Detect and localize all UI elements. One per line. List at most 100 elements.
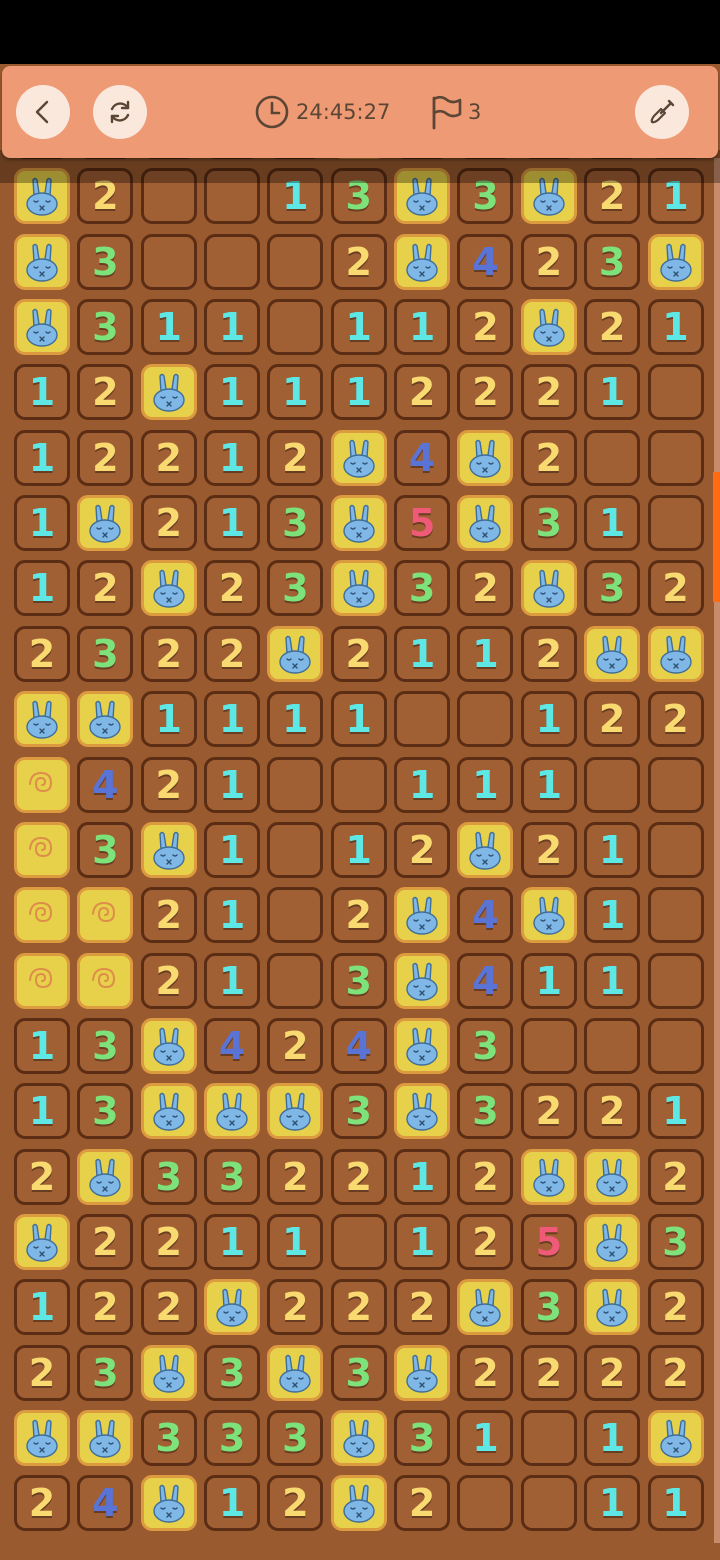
number-cell[interactable]: 1 — [14, 429, 70, 486]
number-cell[interactable]: 2 — [647, 691, 704, 748]
number-cell[interactable]: 2 — [457, 1344, 514, 1401]
number-cell[interactable]: 2 — [267, 1279, 324, 1336]
number-cell[interactable]: 1 — [14, 1017, 70, 1074]
bunny-mine-tile[interactable] — [140, 560, 197, 617]
number-cell[interactable]: 2 — [457, 299, 514, 356]
number-cell[interactable]: 3 — [330, 952, 387, 1009]
number-cell[interactable]: 2 — [330, 233, 387, 290]
number-cell[interactable]: 2 — [140, 887, 197, 944]
bunny-mine-tile[interactable] — [647, 625, 704, 682]
empty-cell[interactable] — [267, 756, 324, 813]
bunny-mine-tile[interactable] — [14, 1410, 70, 1466]
swirl-tile[interactable] — [14, 887, 70, 944]
number-cell[interactable]: 2 — [77, 1279, 134, 1336]
number-cell[interactable]: 1 — [520, 756, 577, 813]
bunny-mine-tile[interactable] — [330, 1410, 387, 1466]
number-cell[interactable]: 1 — [584, 495, 641, 552]
number-cell[interactable]: 3 — [457, 1083, 514, 1140]
number-cell[interactable]: 1 — [267, 691, 324, 748]
number-cell[interactable]: 2 — [647, 1344, 704, 1401]
number-cell[interactable]: 3 — [267, 560, 324, 617]
bunny-mine-tile[interactable] — [140, 364, 197, 421]
restart-button[interactable] — [93, 85, 147, 139]
empty-cell[interactable] — [647, 1017, 704, 1074]
number-cell[interactable]: 1 — [14, 1083, 70, 1140]
bunny-mine-tile[interactable] — [267, 1083, 324, 1140]
bunny-mine-tile[interactable] — [520, 887, 577, 944]
number-cell[interactable]: 1 — [647, 299, 704, 356]
number-cell[interactable]: 3 — [394, 1410, 451, 1466]
number-cell[interactable]: 1 — [330, 299, 387, 356]
number-cell[interactable]: 5 — [520, 1213, 577, 1270]
swirl-tile[interactable] — [77, 887, 134, 944]
number-cell[interactable]: 2 — [140, 429, 197, 486]
bunny-mine-tile[interactable] — [77, 1410, 134, 1466]
number-cell[interactable]: 2 — [140, 1213, 197, 1270]
number-cell[interactable]: 1 — [267, 364, 324, 421]
number-cell[interactable]: 2 — [140, 1279, 197, 1336]
empty-cell[interactable] — [330, 1213, 387, 1270]
number-cell[interactable]: 2 — [140, 495, 197, 552]
bunny-mine-tile[interactable] — [330, 560, 387, 617]
empty-cell[interactable] — [647, 756, 704, 813]
empty-cell[interactable] — [647, 952, 704, 1009]
empty-cell[interactable] — [330, 756, 387, 813]
bunny-mine-tile[interactable] — [14, 168, 70, 225]
bunny-mine-tile[interactable] — [394, 952, 451, 1009]
bunny-mine-tile[interactable] — [584, 625, 641, 682]
number-cell[interactable]: 1 — [647, 168, 704, 225]
number-cell[interactable]: 2 — [457, 1213, 514, 1270]
number-cell[interactable]: 2 — [584, 168, 641, 225]
number-cell[interactable]: 1 — [14, 560, 70, 617]
number-cell[interactable]: 2 — [584, 299, 641, 356]
number-cell[interactable]: 2 — [77, 1213, 134, 1270]
number-cell[interactable]: 3 — [77, 233, 134, 290]
bunny-mine-tile[interactable] — [140, 1017, 197, 1074]
number-cell[interactable]: 4 — [457, 887, 514, 944]
number-cell[interactable]: 1 — [584, 1410, 641, 1466]
empty-cell[interactable] — [140, 233, 197, 290]
bunny-mine-tile[interactable] — [394, 887, 451, 944]
number-cell[interactable]: 2 — [457, 364, 514, 421]
empty-cell[interactable] — [204, 168, 261, 225]
empty-cell[interactable] — [647, 495, 704, 552]
number-cell[interactable]: 2 — [520, 1344, 577, 1401]
number-cell[interactable]: 2 — [520, 625, 577, 682]
bunny-mine-tile[interactable] — [457, 821, 514, 878]
bunny-mine-tile[interactable] — [14, 233, 70, 290]
number-cell[interactable]: 3 — [457, 1017, 514, 1074]
bunny-mine-tile[interactable] — [140, 1344, 197, 1401]
empty-cell[interactable] — [520, 1475, 577, 1532]
empty-cell[interactable] — [647, 429, 704, 486]
number-cell[interactable]: 2 — [394, 1279, 451, 1336]
swirl-tile[interactable] — [14, 952, 70, 1009]
bunny-mine-tile[interactable] — [584, 1213, 641, 1270]
number-cell[interactable]: 2 — [14, 1475, 70, 1532]
number-cell[interactable]: 1 — [647, 1475, 704, 1532]
number-cell[interactable]: 3 — [267, 1410, 324, 1466]
number-cell[interactable]: 2 — [267, 1148, 324, 1205]
number-cell[interactable]: 3 — [77, 1083, 134, 1140]
number-cell[interactable]: 1 — [267, 1213, 324, 1270]
number-cell[interactable]: 2 — [140, 952, 197, 1009]
empty-cell[interactable] — [267, 233, 324, 290]
number-cell[interactable]: 2 — [647, 1279, 704, 1336]
number-cell[interactable]: 2 — [140, 756, 197, 813]
number-cell[interactable]: 1 — [520, 952, 577, 1009]
number-cell[interactable]: 2 — [330, 625, 387, 682]
bunny-mine-tile[interactable] — [457, 495, 514, 552]
number-cell[interactable]: 1 — [140, 299, 197, 356]
number-cell[interactable]: 3 — [330, 1344, 387, 1401]
bunny-mine-tile[interactable] — [520, 1148, 577, 1205]
number-cell[interactable]: 1 — [520, 691, 577, 748]
number-cell[interactable]: 1 — [204, 364, 261, 421]
number-cell[interactable]: 2 — [520, 364, 577, 421]
number-cell[interactable]: 2 — [77, 168, 134, 225]
number-cell[interactable]: 1 — [204, 887, 261, 944]
number-cell[interactable]: 2 — [267, 1475, 324, 1532]
empty-cell[interactable] — [204, 233, 261, 290]
number-cell[interactable]: 1 — [204, 429, 261, 486]
bunny-mine-tile[interactable] — [394, 168, 451, 225]
number-cell[interactable]: 4 — [204, 1017, 261, 1074]
number-cell[interactable]: 2 — [457, 1148, 514, 1205]
